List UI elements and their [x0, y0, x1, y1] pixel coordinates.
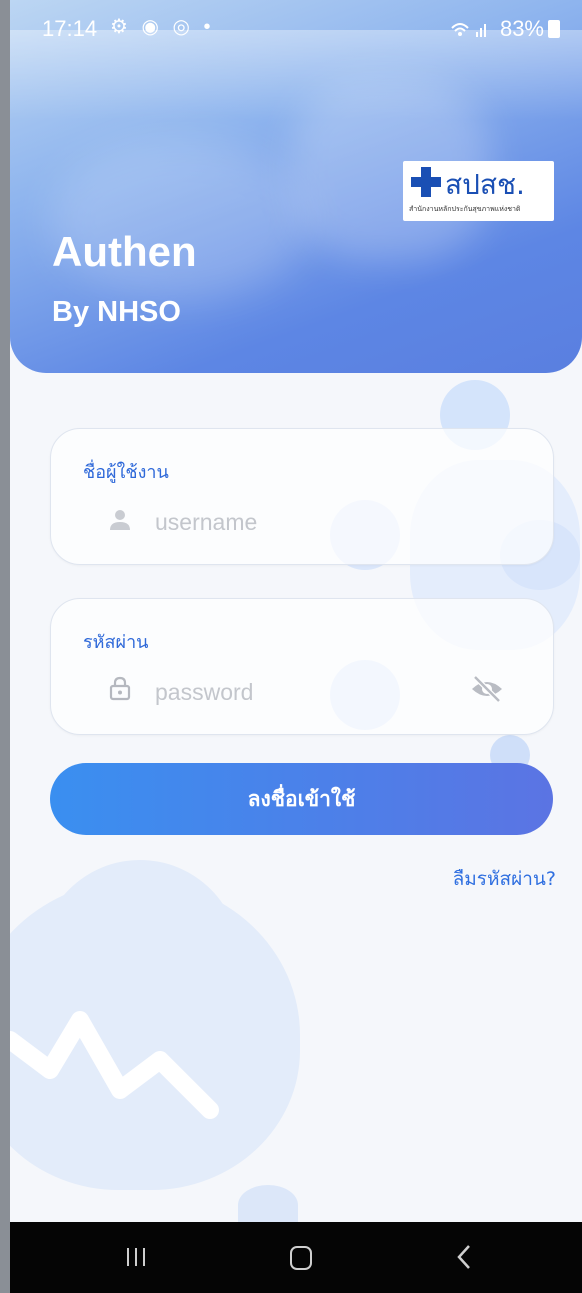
logo-text: สปสช. [445, 168, 525, 201]
eye-off-icon[interactable] [469, 673, 505, 705]
nhso-logo: สปสช. สำนักงานหลักประกันสุขภาพแห่งชาติ [403, 161, 554, 221]
status-bar: 17:14 ⚙ ◉ ◎ • 83% [10, 0, 582, 56]
medical-cross-icon [411, 167, 441, 197]
signal-icon [451, 23, 486, 37]
device-frame-edge [0, 0, 10, 1293]
user-icon [110, 510, 130, 530]
password-label: รหัสผ่าน [83, 632, 149, 653]
battery-icon [548, 20, 560, 38]
username-field: ชื่อผู้ใช้งาน [50, 428, 554, 565]
password-input[interactable] [153, 675, 457, 709]
logo-caption: สำนักงานหลักประกันสุขภาพแห่งชาติ [409, 205, 521, 213]
app-title: Authen [52, 228, 197, 275]
decor-heartbeat-line [10, 1011, 219, 1119]
status-time: 17:14 [42, 16, 98, 41]
username-label: ชื่อผู้ใช้งาน [83, 462, 169, 483]
system-navigation-bar [0, 1222, 582, 1293]
lock-icon [109, 676, 131, 701]
username-input[interactable] [153, 505, 457, 539]
login-screen: 17:14 ⚙ ◉ ◎ • 83% Authen By NHSO สปสช. ส… [0, 0, 582, 1293]
app-subtitle: By NHSO [52, 296, 181, 328]
recent-apps-button[interactable] [127, 1248, 147, 1266]
login-button[interactable]: ลงชื่อเข้าใช้ [50, 763, 553, 835]
notification-icons: ⚙ ◉ ◎ • [110, 16, 215, 38]
status-right: 83% [450, 16, 560, 42]
back-button[interactable] [455, 1244, 475, 1270]
decor-virus [238, 1185, 298, 1225]
forgot-password-link[interactable]: ลืมรหัสผ่าน? [453, 864, 556, 894]
home-button[interactable] [290, 1246, 312, 1270]
battery-percent: 83% [499, 16, 544, 41]
password-field: รหัสผ่าน [50, 598, 554, 735]
